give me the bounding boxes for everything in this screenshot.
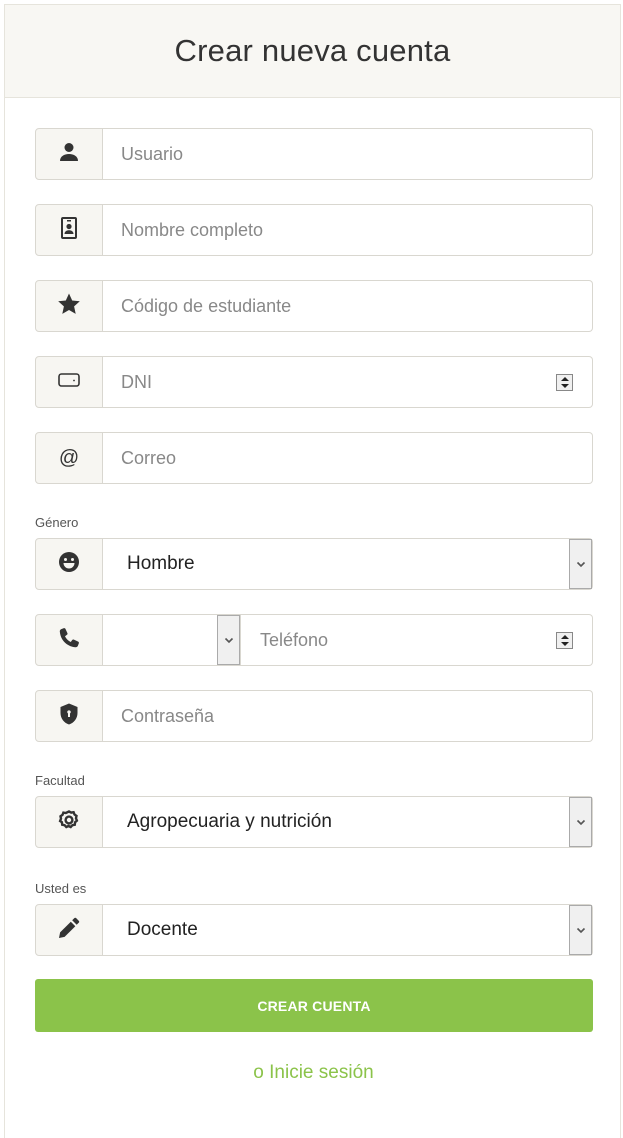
at-icon: @ <box>58 446 80 469</box>
correo-addon: @ <box>35 432 103 484</box>
genero-addon <box>35 538 103 590</box>
codigo-input[interactable]: Código de estudiante <box>103 280 593 332</box>
smile-icon <box>57 550 81 579</box>
facultad-addon <box>35 796 103 848</box>
usuario-input[interactable]: Usuario <box>103 128 593 180</box>
contrasena-placeholder: Contraseña <box>121 705 215 726</box>
dni-addon <box>35 356 103 408</box>
signup-card: Crear nueva cuenta Usuario Nombre comple… <box>4 4 621 1138</box>
chevron-down-icon[interactable] <box>217 615 240 665</box>
correo-row: @ Correo <box>35 432 593 484</box>
user-icon <box>57 140 81 169</box>
nombre-placeholder: Nombre completo <box>121 219 264 240</box>
rol-label: Usted es <box>35 881 87 896</box>
genero-selected-value: Hombre <box>127 553 195 574</box>
genero-row: Hombre <box>35 538 593 590</box>
facultad-selected-value: Agropecuaria y nutrición <box>127 811 332 832</box>
id-badge-icon <box>57 216 81 245</box>
telefono-input[interactable]: Teléfono <box>241 614 593 666</box>
chevron-down-icon[interactable] <box>569 797 592 847</box>
chevron-down-icon[interactable] <box>569 905 592 955</box>
telefono-row: Teléfono <box>35 614 593 666</box>
gear-icon <box>57 808 81 837</box>
usuario-addon <box>35 128 103 180</box>
codigo-placeholder: Código de estudiante <box>121 295 292 316</box>
id-card-icon <box>57 368 81 397</box>
correo-placeholder: Correo <box>121 447 177 468</box>
contrasena-input[interactable]: Contraseña <box>103 690 593 742</box>
facultad-label: Facultad <box>35 773 85 788</box>
country-code-select[interactable] <box>103 614 241 666</box>
login-link[interactable]: o Inicie sesión <box>5 1062 622 1084</box>
rol-selected-value: Docente <box>127 919 198 940</box>
nombre-row: Nombre completo <box>35 204 593 256</box>
codigo-row: Código de estudiante <box>35 280 593 332</box>
telefono-number-spinner[interactable] <box>556 632 573 649</box>
chevron-down-icon[interactable] <box>569 539 592 589</box>
codigo-addon <box>35 280 103 332</box>
rol-select[interactable]: Docente <box>103 904 593 956</box>
dni-number-spinner[interactable] <box>556 374 573 391</box>
create-account-button[interactable]: CREAR CUENTA <box>35 979 593 1032</box>
usuario-placeholder: Usuario <box>121 143 184 164</box>
telefono-placeholder: Teléfono <box>260 629 329 650</box>
pencil-icon <box>57 916 81 945</box>
nombre-input[interactable]: Nombre completo <box>103 204 593 256</box>
dni-placeholder: DNI <box>121 371 152 392</box>
contrasena-row: Contraseña <box>35 690 593 742</box>
card-header: Crear nueva cuenta <box>5 5 620 98</box>
star-icon <box>57 292 81 321</box>
genero-select[interactable]: Hombre <box>103 538 593 590</box>
correo-input[interactable]: Correo <box>103 432 593 484</box>
nombre-addon <box>35 204 103 256</box>
shield-icon <box>57 702 81 731</box>
facultad-select[interactable]: Agropecuaria y nutrición <box>103 796 593 848</box>
usuario-row: Usuario <box>35 128 593 180</box>
rol-row: Docente <box>35 904 593 956</box>
genero-label: Género <box>35 515 79 530</box>
dni-row: DNI <box>35 356 593 408</box>
dni-input[interactable]: DNI <box>103 356 593 408</box>
telefono-addon <box>35 614 103 666</box>
facultad-row: Agropecuaria y nutrición <box>35 796 593 848</box>
rol-addon <box>35 904 103 956</box>
page-title: Crear nueva cuenta <box>174 33 451 68</box>
phone-icon <box>57 626 81 655</box>
contrasena-addon <box>35 690 103 742</box>
